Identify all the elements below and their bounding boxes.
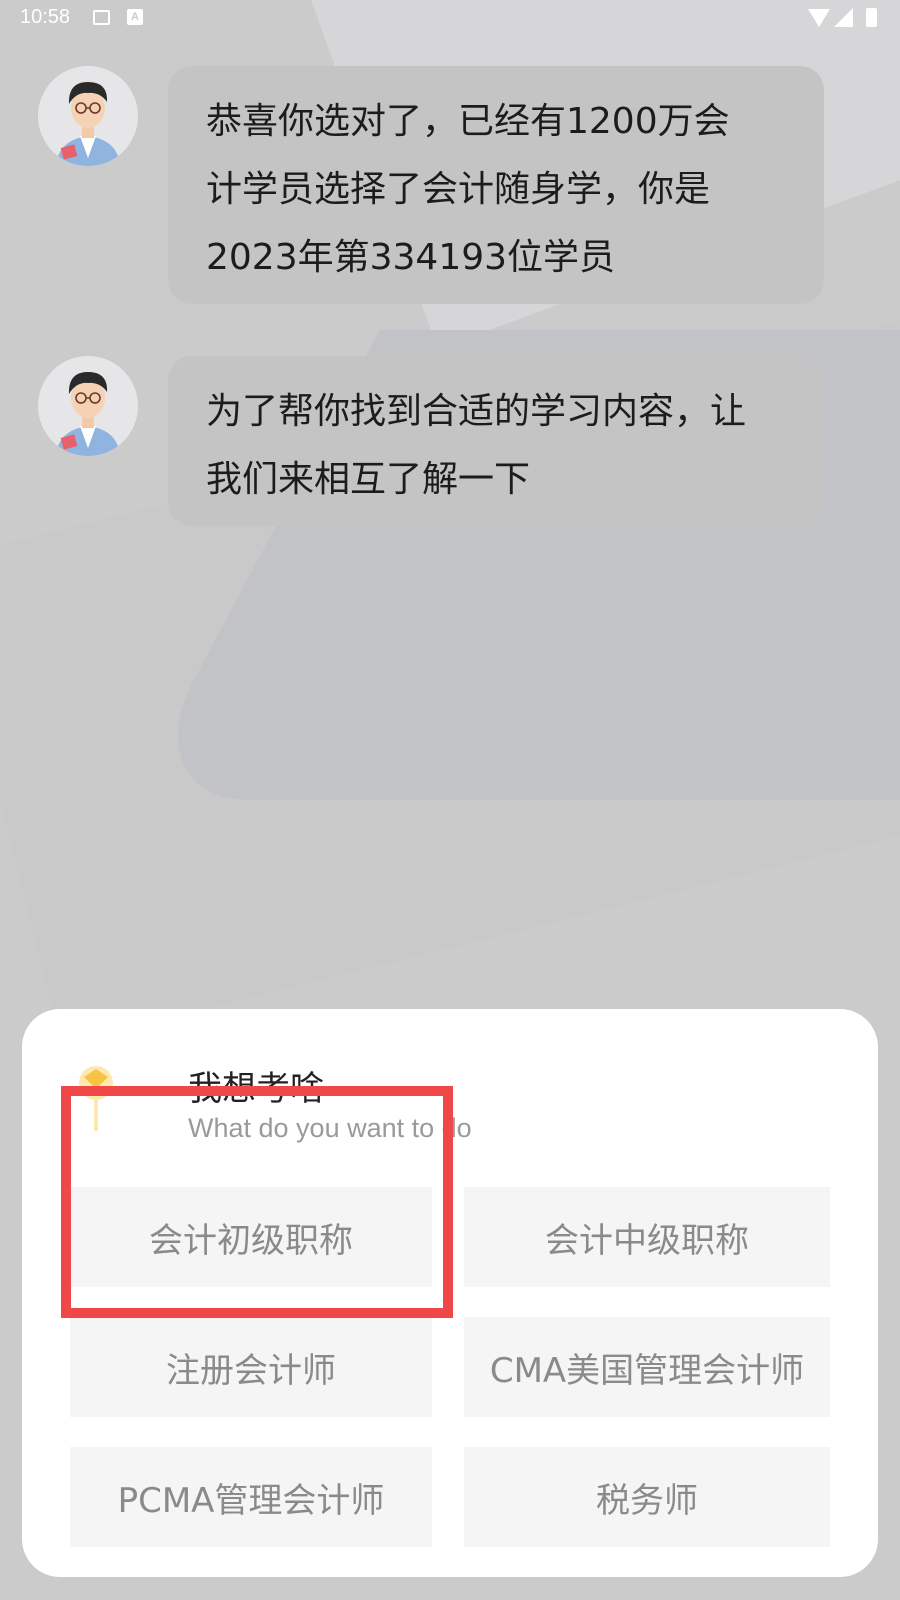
wifi-icon [808, 9, 830, 27]
teacher-avatar [38, 356, 138, 456]
option-cma[interactable]: CMA美国管理会计师 [464, 1317, 830, 1417]
option-cpa[interactable]: 注册会计师 [70, 1317, 432, 1417]
sheet-title: 我想考啥 [188, 1069, 324, 1109]
image-icon [93, 10, 110, 25]
option-intermediate-accountant[interactable]: 会计中级职称 [464, 1187, 830, 1287]
chat-bubble: 恭喜你选对了，已经有1200万会 计学员选择了会计随身学，你是 2023年第33… [168, 66, 824, 304]
lightbulb-icon [76, 1065, 116, 1135]
battery-icon [866, 8, 877, 27]
exam-choice-sheet: 我想考啥 What do you want to do 会计初级职称 会计中级职… [22, 1009, 878, 1577]
signal-icon [834, 8, 853, 27]
a-icon: A [127, 9, 143, 25]
option-pcma[interactable]: PCMA管理会计师 [70, 1447, 432, 1547]
chat-bubble: 为了帮你找到合适的学习内容，让 我们来相互了解一下 [168, 356, 824, 526]
teacher-avatar [38, 66, 138, 166]
status-time: 10:58 [20, 6, 71, 28]
sheet-subtitle: What do you want to do [188, 1113, 472, 1143]
status-bar: 10:58 A [0, 0, 900, 36]
option-tax-agent[interactable]: 税务师 [464, 1447, 830, 1547]
option-junior-accountant[interactable]: 会计初级职称 [70, 1187, 432, 1287]
